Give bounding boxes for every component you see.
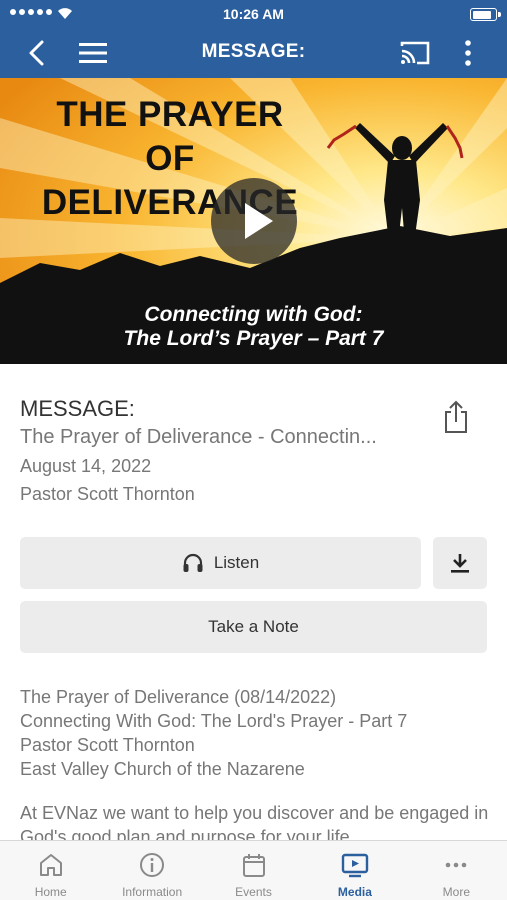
media-icon (341, 853, 369, 878)
top-bar: 10:26 AM MESSAGE: (0, 0, 507, 78)
battery-icon (470, 8, 501, 21)
headphones-icon (183, 553, 203, 572)
take-note-label: Take a Note (208, 617, 299, 636)
message-description: The Prayer of Deliverance (08/14/2022) C… (20, 685, 407, 781)
artwork-subtitle-line-1: Connecting with God: (144, 303, 363, 326)
message-date: August 14, 2022 (20, 456, 152, 476)
home-icon (39, 854, 62, 876)
tab-events[interactable]: Events (203, 841, 304, 900)
share-icon[interactable] (441, 400, 471, 434)
tab-home[interactable]: Home (0, 841, 101, 900)
tab-more[interactable]: More (406, 841, 507, 900)
artwork-title-line-1: THE PRAYER (56, 95, 284, 134)
message-speaker: Pastor Scott Thornton (20, 484, 195, 504)
description-line: The Prayer of Deliverance (08/14/2022) (20, 687, 337, 707)
status-time: 10:26 AM (223, 6, 284, 22)
message-title: The Prayer of Deliverance - Connectin... (20, 426, 377, 448)
more-options-icon[interactable] (458, 38, 478, 68)
tab-label: More (442, 885, 470, 899)
nav-bar: MESSAGE: (0, 28, 507, 78)
tab-label: Media (337, 885, 372, 899)
status-bar: 10:26 AM (0, 0, 507, 28)
listen-label: Listen (213, 553, 260, 572)
tab-media[interactable]: Media (304, 841, 405, 900)
info-icon (140, 853, 165, 877)
download-icon (451, 554, 469, 573)
calendar-icon (242, 854, 265, 877)
description-line: Pastor Scott Thornton (20, 735, 195, 755)
description-line: East Valley Church of the Nazarene (20, 759, 305, 779)
download-button[interactable] (433, 537, 487, 589)
play-button[interactable] (211, 178, 297, 264)
listen-button[interactable]: Listen (20, 537, 421, 589)
tab-bar: Home Information Events Media More (0, 840, 507, 900)
tab-information[interactable]: Information (101, 841, 202, 900)
more-icon (446, 862, 467, 868)
message-label: MESSAGE: (20, 396, 135, 421)
take-note-button[interactable]: Take a Note (20, 601, 487, 653)
tab-label: Events (235, 885, 272, 899)
description-line: Connecting With God: The Lord's Prayer -… (20, 711, 408, 731)
tab-label: Home (34, 885, 67, 899)
tab-label: Information (122, 885, 183, 899)
cast-icon[interactable] (399, 38, 431, 68)
artwork-subtitle-line-2: The Lord’s Prayer – Part 7 (123, 327, 384, 350)
artwork-title-line-2: OF (145, 139, 195, 178)
message-artwork[interactable]: THE PRAYER OF DELIVERANCE Connecting wit… (0, 78, 507, 364)
